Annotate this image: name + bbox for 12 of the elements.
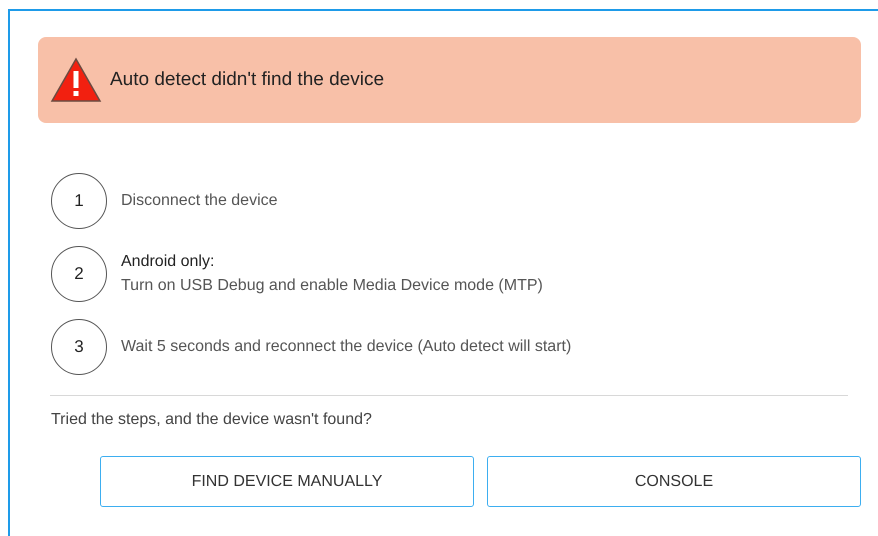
step-text: Disconnect the device	[121, 191, 278, 211]
step-text: Turn on USB Debug and enable Media Device mode (MTP)	[121, 276, 543, 296]
step-text: Wait 5 seconds and reconnect the device (Auto detect will start)	[121, 337, 572, 357]
action-button[interactable]: FIND DEVICE MANUALLY	[100, 456, 474, 507]
question-text: Tried the steps, and the device wasn't found?	[51, 410, 373, 430]
action-button[interactable]: CONSOLE	[487, 456, 861, 507]
step-number: 1	[51, 173, 107, 229]
warning-icon	[50, 57, 102, 103]
step-number: 2	[51, 246, 107, 302]
step-title: Android only:	[121, 252, 216, 272]
step-number: 3	[51, 319, 107, 375]
alert-message: Auto detect didn't find the device	[110, 68, 384, 92]
